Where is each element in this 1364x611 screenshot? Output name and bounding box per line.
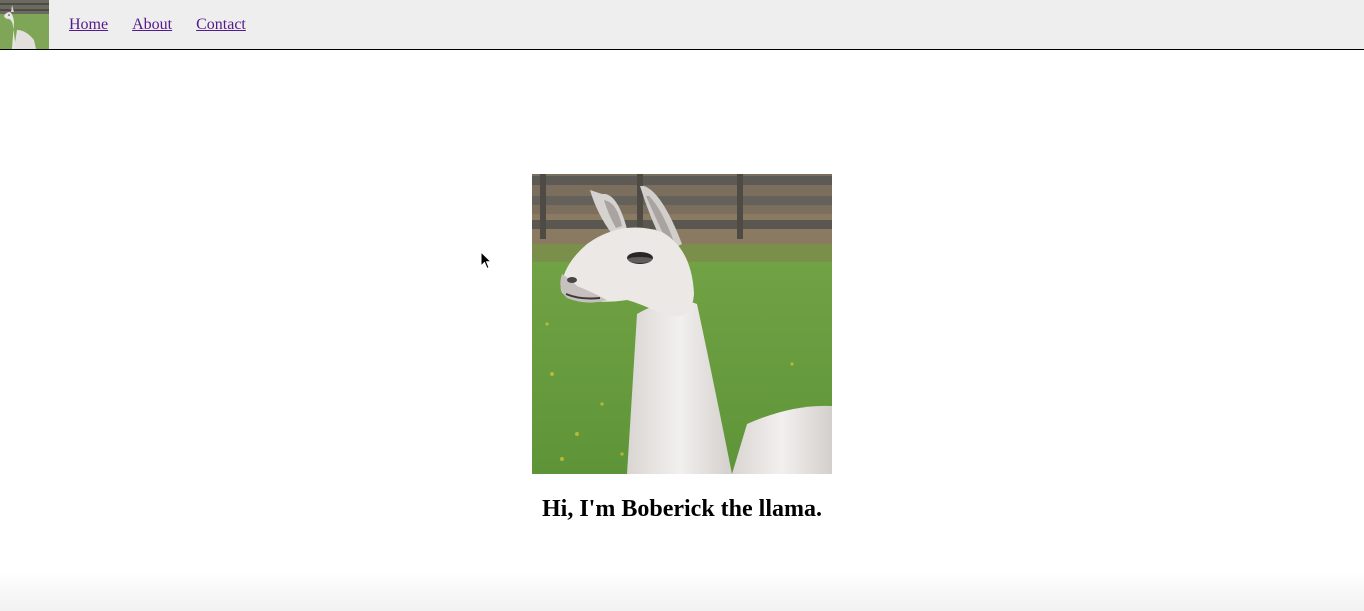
top-navbar: Home About Contact [0,0,1364,50]
nav-links: Home About Contact [69,16,270,33]
nav-link-about[interactable]: About [132,16,172,33]
llama-photo [532,174,832,474]
llama-logo-icon[interactable] [0,0,49,49]
nav-link-contact[interactable]: Contact [196,16,246,33]
page-caption: Hi, I'm Boberick the llama. [542,496,822,522]
nav-link-home[interactable]: Home [69,16,108,33]
footer-fade [0,571,1364,611]
mouse-cursor-icon [480,251,492,270]
